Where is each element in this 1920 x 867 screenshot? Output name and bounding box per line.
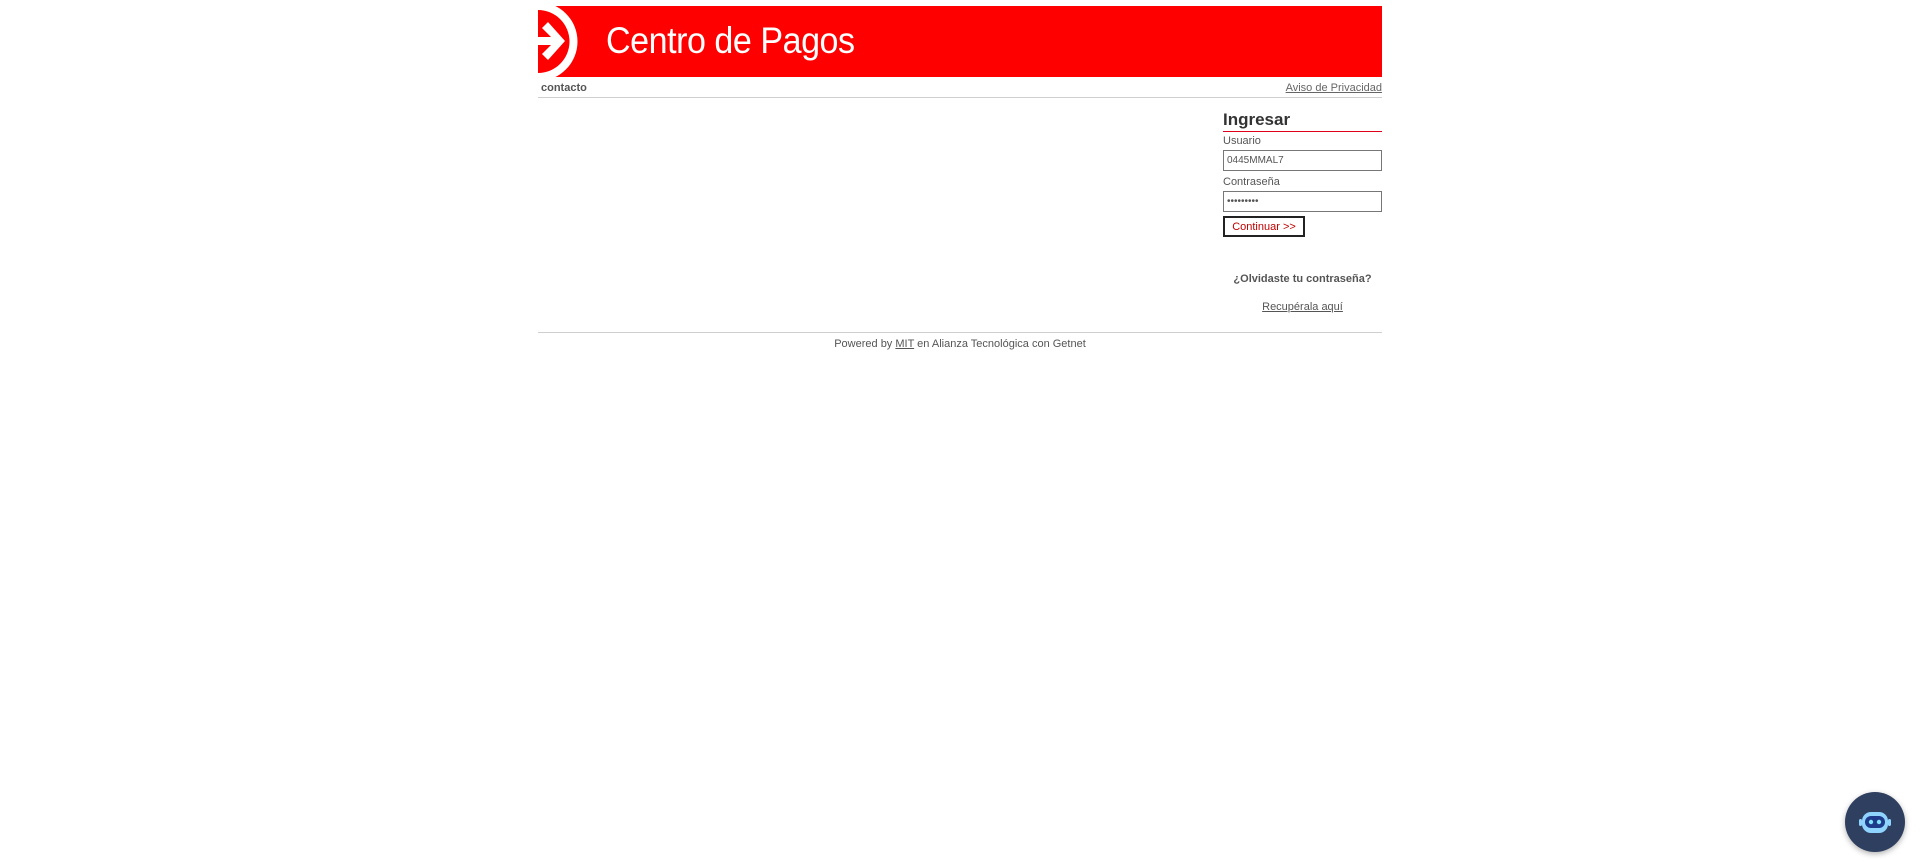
- username-input[interactable]: [1223, 150, 1382, 171]
- forgot-password-question: ¿Olvidaste tu contraseña?: [1233, 273, 1372, 285]
- page-container: Centro de Pagos contacto Aviso de Privac…: [538, 6, 1382, 350]
- contact-link[interactable]: contacto: [541, 82, 587, 94]
- footer-prefix: Powered by: [834, 338, 896, 350]
- recover-password-link[interactable]: Recupérala aquí: [1223, 301, 1382, 313]
- header-banner: Centro de Pagos: [538, 6, 1382, 77]
- privacy-notice-link[interactable]: Aviso de Privacidad: [1286, 82, 1382, 94]
- arrow-logo-icon: [538, 6, 578, 77]
- login-panel: Ingresar Usuario Contraseña Continuar >>…: [1223, 110, 1382, 313]
- mit-link[interactable]: MIT: [895, 338, 914, 350]
- password-label: Contraseña: [1223, 176, 1280, 188]
- password-input[interactable]: [1223, 191, 1382, 212]
- footer-suffix: en Alianza Tecnológica con Getnet: [914, 338, 1086, 350]
- main-content: Ingresar Usuario Contraseña Continuar >>…: [538, 98, 1382, 332]
- username-label: Usuario: [1223, 135, 1261, 147]
- top-nav: contacto Aviso de Privacidad: [538, 81, 1382, 98]
- login-title: Ingresar: [1223, 110, 1382, 132]
- page-title: Centro de Pagos: [606, 20, 855, 61]
- robot-chat-icon: [1859, 812, 1891, 833]
- chat-assistant-button[interactable]: [1845, 792, 1905, 852]
- footer: Powered by MIT en Alianza Tecnológica co…: [538, 332, 1382, 350]
- continue-button[interactable]: Continuar >>: [1223, 216, 1305, 237]
